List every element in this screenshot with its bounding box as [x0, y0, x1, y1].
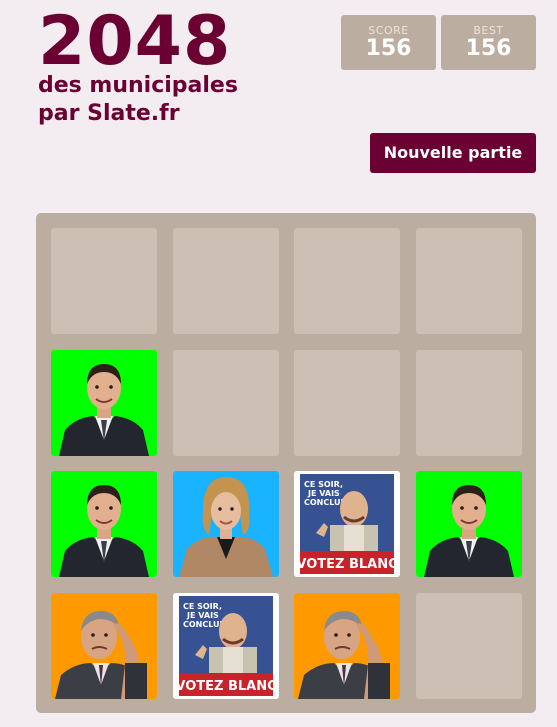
new-game-button[interactable]: Nouvelle partie	[370, 133, 536, 173]
svg-text:VOTEZ BLANC: VOTEZ BLANC	[296, 557, 397, 572]
grid-cell	[415, 228, 522, 334]
subtitle-line-1: des municipales	[38, 73, 238, 98]
svg-text:JE VAIS: JE VAIS	[186, 611, 219, 620]
score-box: SCORE 156	[341, 15, 436, 70]
grid-cell	[51, 228, 157, 334]
best-value: 156	[465, 36, 512, 61]
score-value: 156	[365, 36, 412, 61]
game-title: 2048	[38, 2, 232, 81]
grid-cell	[172, 228, 279, 334]
game-subtitle: des municipales par Slate.fr	[38, 72, 238, 128]
grid-cell	[415, 349, 522, 456]
svg-text:VOTEZ BLANC: VOTEZ BLANC	[175, 679, 276, 694]
svg-text:CE SOIR,: CE SOIR,	[304, 480, 343, 489]
subtitle-line-2: par Slate.fr	[38, 101, 180, 126]
tile-man-thinking	[294, 592, 400, 699]
tile-woman-blonde	[172, 471, 279, 577]
grid-cell	[294, 349, 400, 456]
svg-text:JE VAIS: JE VAIS	[307, 489, 340, 498]
tile-votez-blanc-poster: CE SOIR, JE VAIS CONCLURE VOTEZ BLANC	[172, 592, 279, 699]
tile-man-dark-suit	[51, 349, 157, 456]
grid-cell	[415, 592, 522, 699]
tile-man-dark-suit	[51, 471, 157, 577]
tile-votez-blanc-poster: CE SOIR, JE VAIS CONCLURE VOTEZ BLANC	[294, 471, 400, 577]
best-box: BEST 156	[441, 15, 536, 70]
game-board: CE SOIR, JE VAIS CONCLURE VOTEZ BLANC CE…	[36, 213, 536, 713]
tile-man-dark-suit	[415, 471, 522, 577]
tile-man-thinking	[51, 592, 157, 699]
grid-cell	[294, 228, 400, 334]
svg-text:CE SOIR,: CE SOIR,	[183, 602, 222, 611]
grid-cell	[172, 349, 279, 456]
